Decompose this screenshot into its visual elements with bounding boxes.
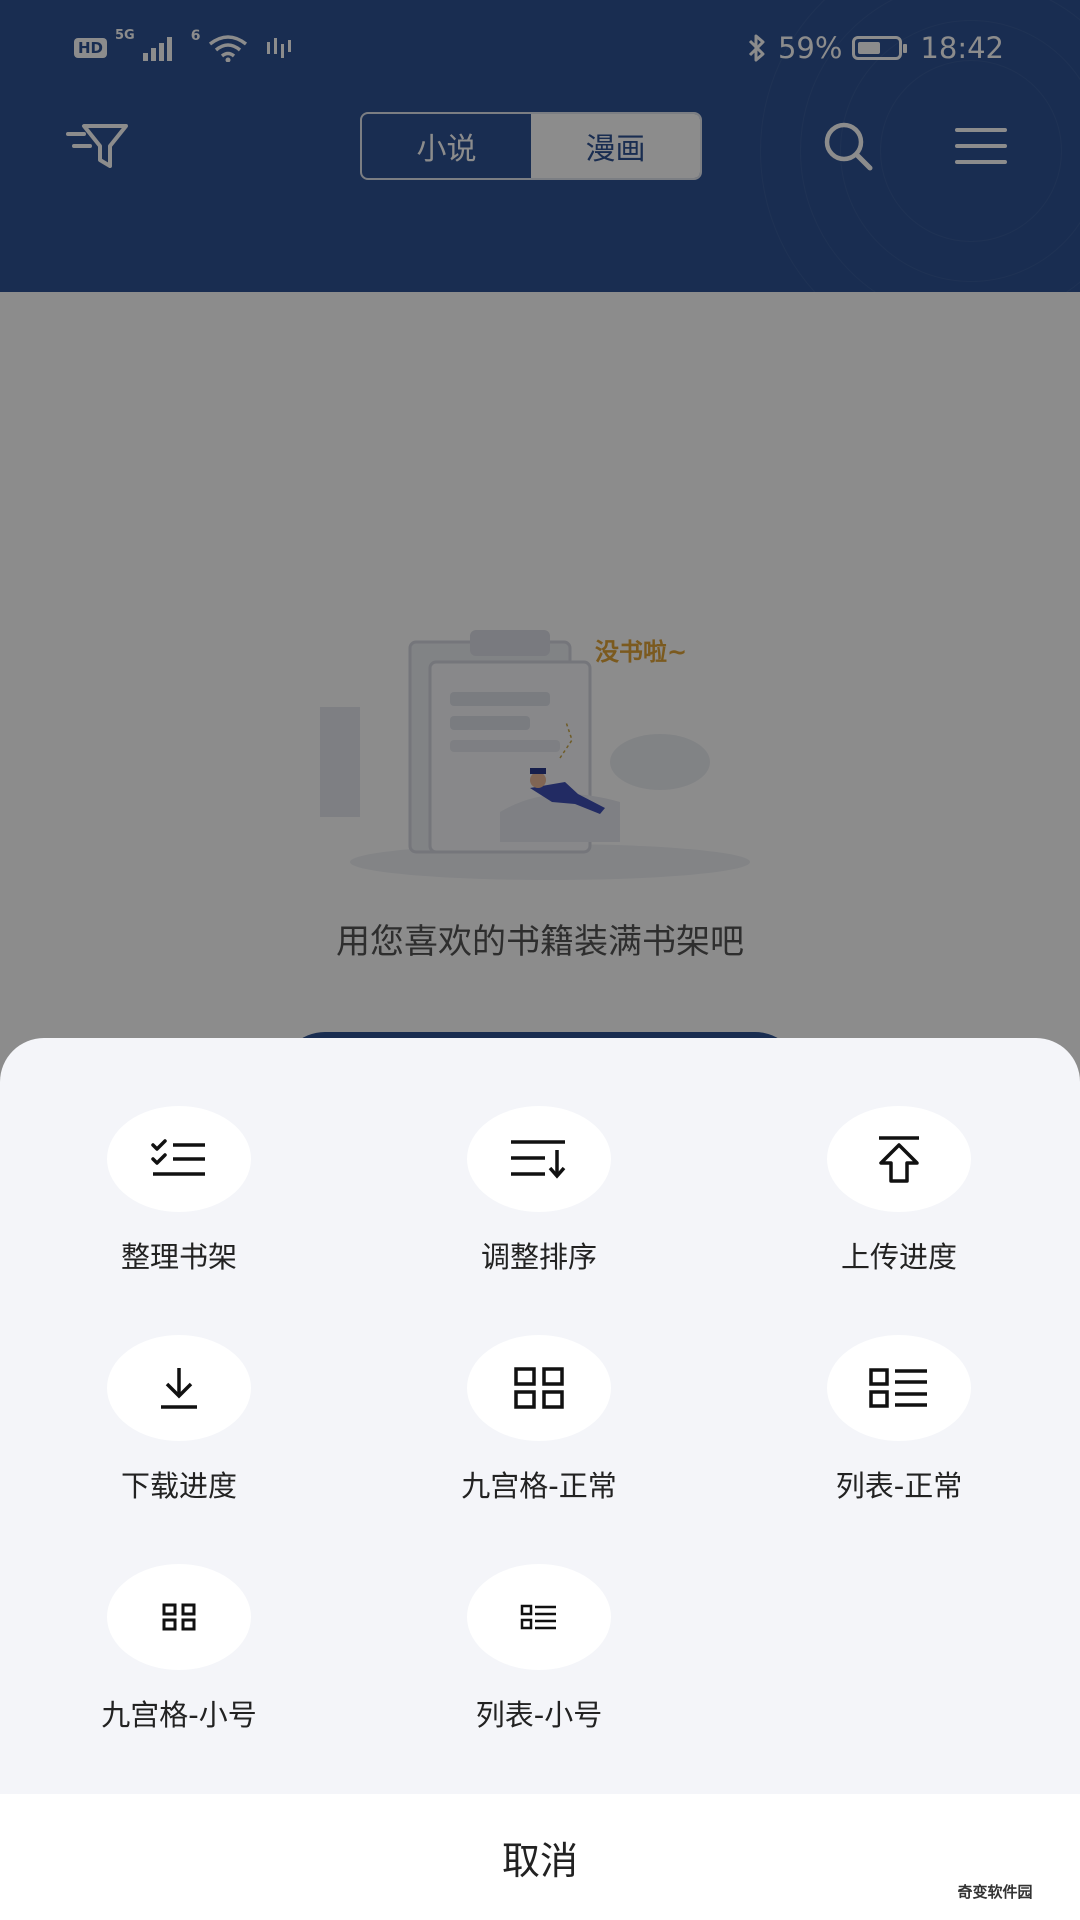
upload-icon	[879, 1136, 919, 1183]
option-icon-circle	[467, 1335, 611, 1441]
list-small-icon	[520, 1604, 556, 1630]
option-icon-circle	[467, 1106, 611, 1212]
option-icon-circle	[827, 1106, 971, 1212]
cancel-button[interactable]: 取消	[0, 1794, 1080, 1920]
watermark-logo: 奇变软件园	[940, 1866, 1050, 1912]
option-icon-circle	[827, 1335, 971, 1441]
list-icon	[869, 1368, 927, 1408]
option-label: 调整排序	[480, 1240, 597, 1274]
option-list-small[interactable]: 列表-小号	[429, 1564, 649, 1734]
grid-icon	[514, 1367, 564, 1409]
option-icon-circle	[467, 1564, 611, 1670]
bookshelf-options-sheet: 整理书架 调整排序 上传进度 下载进度 九宫格-正常 列表-正常 九宫格-小号 …	[0, 1038, 1080, 1920]
option-adjust-sort[interactable]: 调整排序	[429, 1106, 649, 1276]
checklist-icon	[151, 1139, 205, 1176]
option-label: 整理书架	[120, 1240, 237, 1274]
option-icon-circle	[107, 1335, 251, 1441]
option-grid-small[interactable]: 九宫格-小号	[69, 1564, 289, 1734]
sort-icon	[511, 1140, 566, 1179]
option-grid-normal[interactable]: 九宫格-正常	[429, 1335, 649, 1505]
grid-small-icon	[162, 1603, 196, 1631]
option-download-progress[interactable]: 下载进度	[69, 1335, 289, 1505]
option-label: 九宫格-小号	[101, 1698, 257, 1732]
download-icon	[161, 1368, 197, 1409]
option-icon-circle	[107, 1564, 251, 1670]
option-label: 列表-小号	[475, 1698, 603, 1732]
option-label: 九宫格-正常	[461, 1469, 617, 1503]
option-list-normal[interactable]: 列表-正常	[789, 1335, 1009, 1505]
option-organize-bookshelf[interactable]: 整理书架	[69, 1106, 289, 1276]
option-label: 上传进度	[840, 1240, 957, 1274]
option-upload-progress[interactable]: 上传进度	[789, 1106, 1009, 1276]
option-label: 列表-正常	[835, 1469, 963, 1503]
option-label: 下载进度	[120, 1469, 237, 1503]
option-icon-circle	[107, 1106, 251, 1212]
